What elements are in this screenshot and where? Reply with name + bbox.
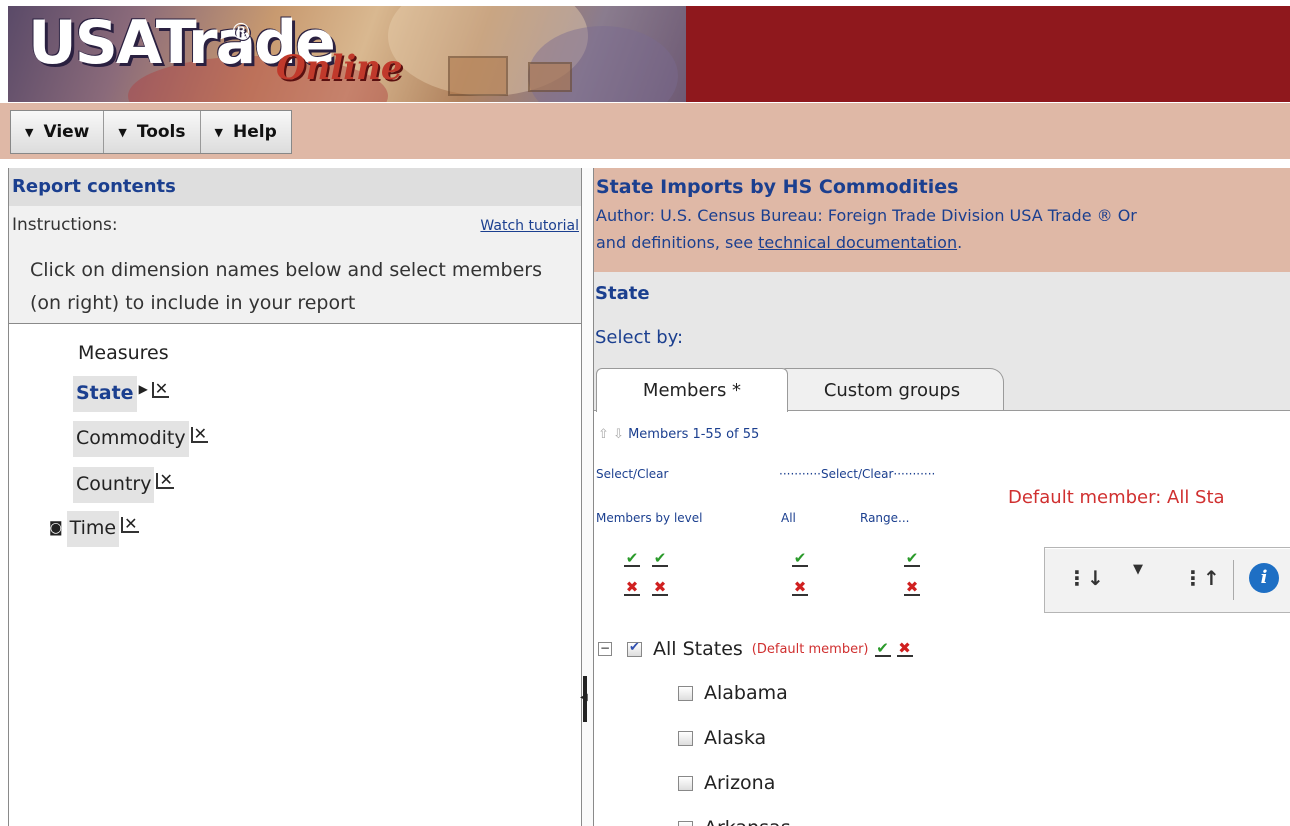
remove-dimension-icon[interactable]: ✕: [151, 381, 170, 398]
clear-range-icon[interactable]: ✖: [904, 580, 920, 596]
clear-children-icon[interactable]: ✖: [896, 641, 913, 657]
all-states-checkbox[interactable]: [627, 640, 642, 657]
report-detail-panel: State Imports by HS Commodities Author: …: [594, 168, 1290, 826]
members-by-level-label: Members by level: [596, 511, 703, 525]
dimension-label: Country: [73, 467, 155, 503]
tree-row-all-states: − All States (Default member) ✔ ✖: [598, 638, 913, 660]
technical-documentation-link[interactable]: technical documentation: [758, 233, 957, 252]
select-clear-label: Select/Clear: [596, 467, 669, 481]
tab-members[interactable]: Members *: [596, 368, 788, 412]
state-checkbox[interactable]: [678, 730, 693, 746]
members-range: ⇧ ⇩ Members 1-55 of 55: [598, 427, 759, 442]
dimension-label: Commodity: [73, 421, 189, 457]
clear-level-1-icon[interactable]: ✖: [624, 580, 640, 596]
page-up-icon[interactable]: ⇧: [598, 427, 609, 442]
tools-menu-label: Tools: [136, 122, 186, 142]
select-all-icon[interactable]: ✔: [792, 551, 808, 567]
panel-splitter[interactable]: ◀: [580, 168, 594, 826]
usa-trade-online-logo: USATrade ® Online: [8, 6, 686, 102]
help-menu-label: Help: [232, 122, 277, 142]
remove-dimension-icon[interactable]: ✕: [190, 426, 208, 443]
default-member-text: Default member: All Sta: [1008, 487, 1225, 508]
report-header: State Imports by HS Commodities Author: …: [594, 168, 1290, 272]
dropdown-triangle-icon: ▼: [25, 125, 34, 139]
tree-row-state: Arizona: [678, 772, 775, 794]
tools-menu-button[interactable]: ▼ Tools: [104, 111, 201, 153]
dropdown-triangle-icon: ▼: [214, 125, 223, 139]
select-level-2-icon[interactable]: ✔: [652, 551, 668, 567]
header-band: [686, 6, 1290, 102]
remove-dimension-icon[interactable]: ✕: [156, 472, 174, 489]
dimension-label: State: [73, 376, 137, 412]
collapse-icon[interactable]: −: [598, 642, 612, 656]
menu-bar: ▼ View ▼ Tools ▼ Help: [0, 103, 1290, 159]
state-section-title: State: [595, 283, 650, 304]
app-header: USATrade ® Online: [0, 0, 1290, 103]
dimension-commodity[interactable]: Commodity ✕: [73, 421, 208, 457]
select-level-1-icon[interactable]: ✔: [624, 551, 640, 567]
report-contents-panel: Report contents Instructions: Watch tuto…: [8, 168, 582, 826]
state-checkbox[interactable]: [678, 685, 693, 701]
dimension-label: Time: [66, 511, 120, 547]
select-children-icon[interactable]: ✔: [874, 641, 891, 657]
view-menu-button[interactable]: ▼ View: [11, 111, 105, 153]
state-label: Arizona: [704, 772, 776, 794]
page-down-icon[interactable]: ⇩: [613, 427, 624, 442]
members-range-label: Members 1-55 of 55: [628, 427, 760, 442]
remove-dimension-icon[interactable]: ✕: [121, 516, 139, 533]
state-label: Alabama: [704, 682, 788, 704]
dimension-state[interactable]: State ▶ ✕: [73, 376, 170, 412]
members-panel: ⇧ ⇩ Members 1-55 of 55 Select/Clear ····…: [594, 410, 1290, 632]
selected-arrow-icon: ▶: [138, 382, 148, 396]
tab-custom-groups[interactable]: Custom groups: [780, 368, 1004, 412]
logo-online-text: Online: [276, 48, 403, 88]
report-title: State Imports by HS Commodities: [596, 176, 959, 198]
docs-prefix: and definitions, see: [596, 233, 759, 252]
all-states-label: All States: [653, 638, 743, 660]
dimension-country[interactable]: Country ✕: [73, 467, 174, 503]
select-range-icon[interactable]: ✔: [904, 551, 920, 567]
time-hierarchy-icon: ◙: [49, 520, 63, 536]
tree-row-state: Alaska: [678, 727, 766, 749]
state-checkbox[interactable]: [678, 775, 693, 791]
report-contents-heading: Report contents: [9, 168, 581, 206]
view-menu-label: View: [43, 122, 90, 142]
sort-down-icon[interactable]: ⋮↓: [1067, 566, 1104, 590]
dimension-measures[interactable]: Measures: [75, 336, 172, 372]
dimension-label: Measures: [78, 342, 169, 364]
dimension-time[interactable]: ◙ Time ✕: [49, 511, 139, 547]
report-docs-line: and definitions, see technical documenta…: [596, 233, 1290, 252]
help-menu-button[interactable]: ▼ Help: [200, 111, 291, 153]
sort-up-icon[interactable]: ⋮↑: [1183, 566, 1220, 590]
report-author: Author: U.S. Census Bureau: Foreign Trad…: [596, 206, 1137, 225]
watch-tutorial-link[interactable]: Watch tutorial: [480, 218, 579, 234]
state-section: State Select by: Members * Custom groups: [594, 272, 1290, 412]
docs-suffix: .: [957, 233, 963, 252]
dropdown-icon[interactable]: ▼: [1133, 562, 1143, 577]
dropdown-triangle-icon: ▼: [118, 125, 127, 139]
logo-registered-mark: ®: [230, 20, 252, 45]
select-by-label: Select by:: [595, 327, 684, 348]
clear-level-2-icon[interactable]: ✖: [652, 580, 668, 596]
tree-row-state: Arkansas: [678, 817, 791, 826]
collapse-arrow-icon[interactable]: ◀: [580, 692, 588, 703]
tree-row-state: Alabama: [678, 682, 788, 704]
select-clear-all-range-label: ···········Select/Clear···········: [779, 467, 936, 481]
default-member-tag: (Default member): [751, 641, 869, 657]
state-label: Alaska: [704, 727, 767, 749]
instructions-box: Instructions: Watch tutorial Click on di…: [9, 206, 581, 324]
state-checkbox[interactable]: [678, 820, 693, 826]
info-icon[interactable]: i: [1249, 563, 1279, 593]
clear-all-icon[interactable]: ✖: [792, 580, 808, 596]
instructions-text: Click on dimension names below and selec…: [30, 259, 542, 314]
toolbar-separator: [1233, 560, 1234, 600]
state-label: Arkansas: [704, 817, 791, 826]
all-label: All: [781, 511, 796, 525]
menu-group: ▼ View ▼ Tools ▼ Help: [10, 110, 292, 154]
range-label: Range...: [860, 511, 910, 525]
member-toolbar: ⋮↓ ▼ ⋮↑ i: [1044, 547, 1290, 613]
instructions-label: Instructions:: [12, 215, 118, 235]
